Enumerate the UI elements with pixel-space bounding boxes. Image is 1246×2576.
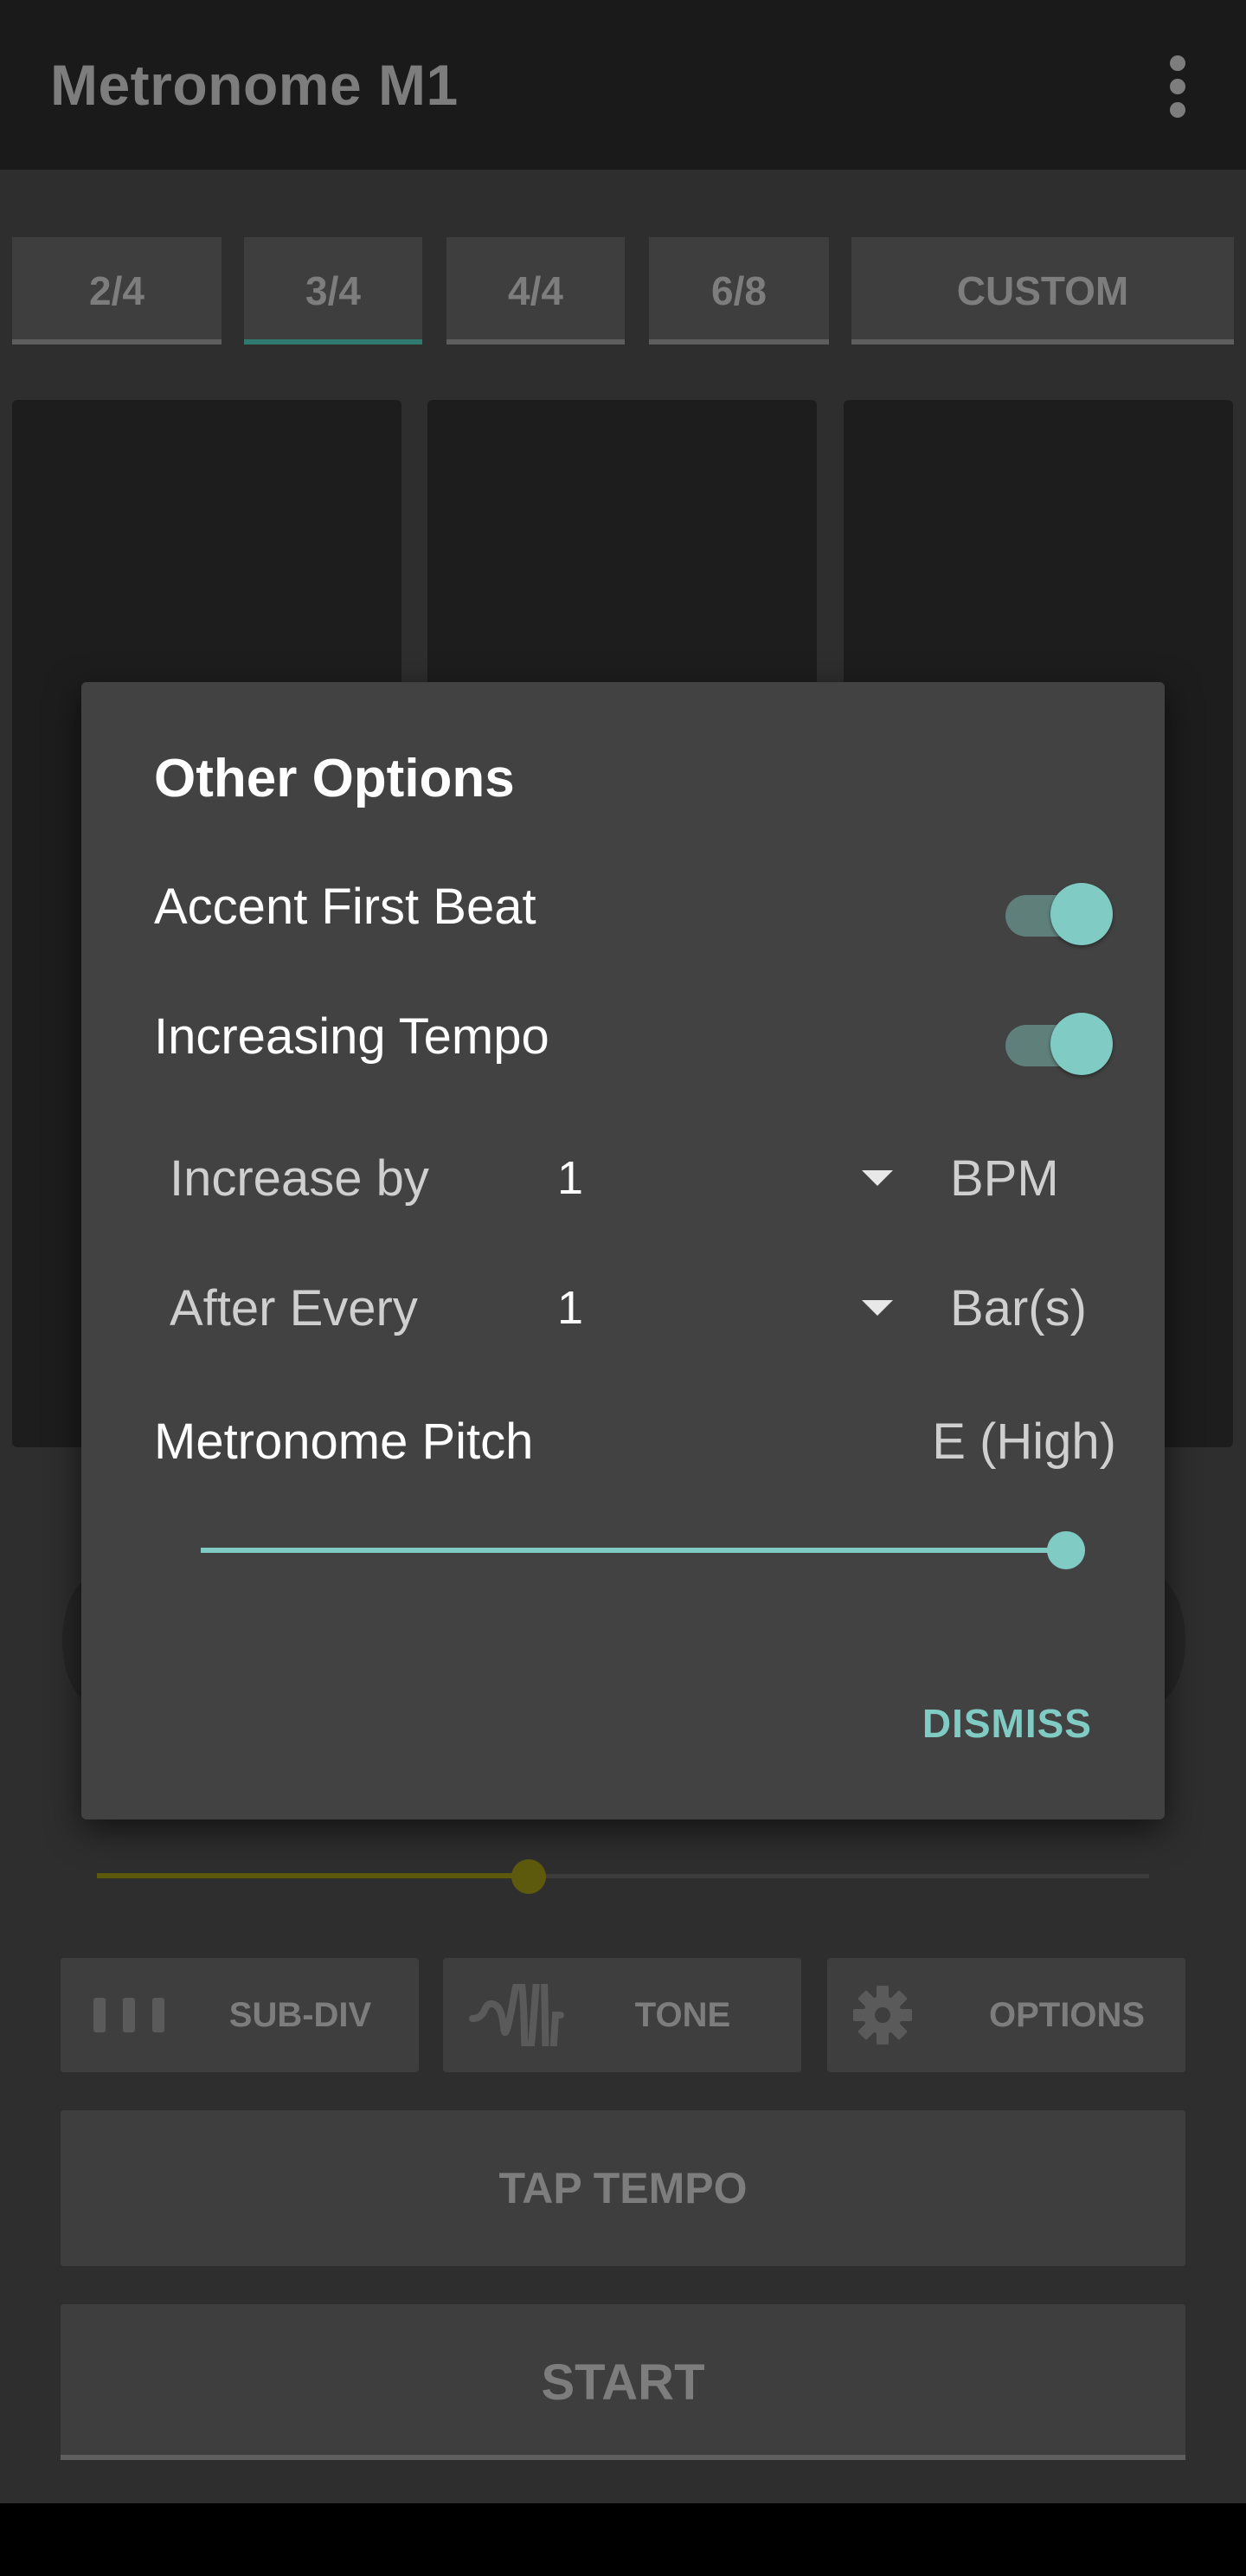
dialog-title: Other Options (154, 749, 515, 808)
increase-by-value: 1 (557, 1152, 584, 1204)
app-screen: Metronome M1 2/4 3/4 4/4 6/8 CUSTOM SUB-… (0, 0, 1246, 2503)
increasing-tempo-switch[interactable] (1005, 1006, 1113, 1075)
accent-first-beat-switch[interactable] (1005, 876, 1113, 945)
increasing-tempo-label: Increasing Tempo (154, 1008, 549, 1065)
other-options-dialog: Other Options Accent First Beat Increasi… (81, 682, 1165, 1819)
after-every-value: 1 (557, 1282, 584, 1334)
chevron-down-icon (862, 1170, 893, 1186)
after-every-label: After Every (170, 1280, 418, 1336)
dismiss-button[interactable]: DISMISS (922, 1700, 1092, 1747)
increase-by-label: Increase by (170, 1150, 429, 1207)
chevron-down-icon (862, 1300, 893, 1316)
metronome-pitch-slider[interactable] (201, 1529, 1085, 1572)
pitch-slider-thumb[interactable] (1047, 1531, 1085, 1569)
after-every-dropdown[interactable]: 1 (549, 1262, 912, 1349)
accent-first-beat-label: Accent First Beat (154, 879, 536, 935)
after-every-unit: Bar(s) (950, 1280, 1087, 1336)
increase-by-unit: BPM (950, 1150, 1059, 1207)
metronome-pitch-label: Metronome Pitch (154, 1414, 534, 1470)
increase-by-dropdown[interactable]: 1 (549, 1132, 912, 1219)
metronome-pitch-value: E (High) (932, 1414, 1116, 1470)
